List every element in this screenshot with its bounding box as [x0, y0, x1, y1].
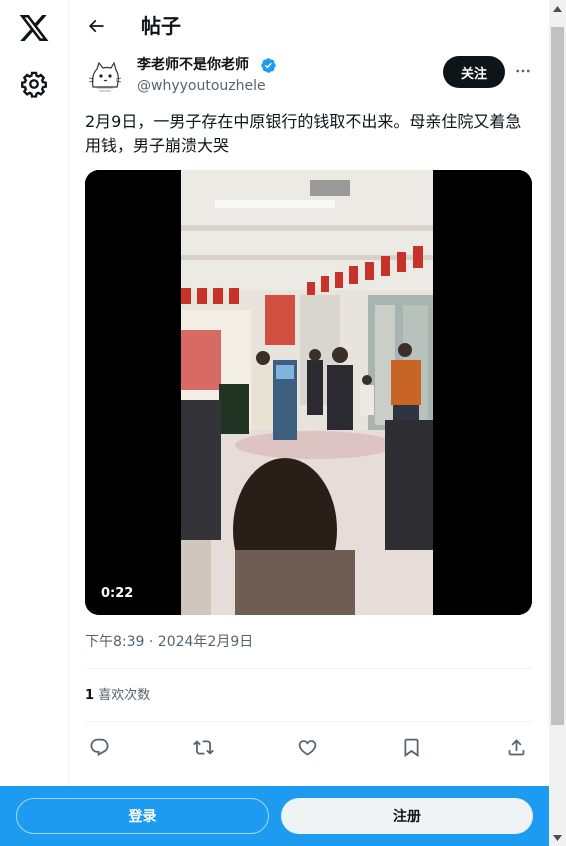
repost-icon[interactable]: [189, 733, 217, 761]
bookmark-icon[interactable]: [397, 733, 425, 761]
post-actions: [85, 733, 532, 761]
video-duration: 0:22: [101, 586, 134, 601]
x-logo-icon[interactable]: [18, 12, 50, 44]
divider: [85, 721, 532, 722]
left-rail: [0, 0, 69, 846]
post-text: 2月9日，一男子存在中原银行的钱取不出来。母亲住院又着急用钱，男子崩溃大哭: [85, 112, 522, 155]
follow-button[interactable]: 关注: [443, 56, 505, 88]
author-name[interactable]: 李老师不是你老师: [137, 56, 249, 74]
arrow-left-icon[interactable]: [83, 13, 109, 39]
likes-label: 喜欢次数: [98, 688, 151, 703]
verified-badge-icon: [260, 57, 277, 74]
page-title: 帖子: [141, 14, 181, 38]
signup-button[interactable]: 注册: [281, 798, 533, 834]
share-icon[interactable]: [502, 733, 530, 761]
scrollbar-thumb[interactable]: [551, 27, 564, 725]
avatar[interactable]: [85, 57, 125, 97]
reply-icon[interactable]: [85, 733, 113, 761]
post-timestamp[interactable]: 下午8:39 · 2024年2月9日: [85, 633, 253, 651]
more-horizontal-icon[interactable]: [511, 59, 535, 83]
video-player[interactable]: 0:22: [85, 170, 532, 615]
author-handle[interactable]: @whyyoutouzhele: [137, 77, 266, 95]
likes-count: 1: [85, 688, 95, 703]
divider: [85, 668, 532, 669]
scrollbar[interactable]: [549, 0, 566, 846]
likes-stat[interactable]: 1 喜欢次数: [85, 687, 150, 705]
scroll-down-arrow-icon[interactable]: [549, 829, 566, 846]
scroll-up-arrow-icon[interactable]: [549, 0, 566, 17]
bottom-auth-bar: 登录 注册: [0, 786, 549, 846]
login-button[interactable]: 登录: [16, 798, 269, 834]
heart-icon[interactable]: [293, 733, 321, 761]
top-header: 帖子: [69, 0, 549, 53]
gear-icon[interactable]: [20, 70, 48, 98]
video-frame: [85, 170, 532, 615]
